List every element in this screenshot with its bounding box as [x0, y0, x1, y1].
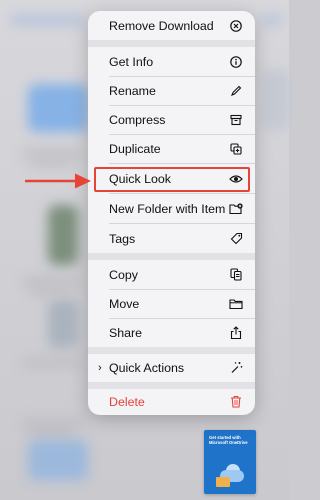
thumbnail-caption: Get started with Microsoft OneDrive — [209, 435, 248, 445]
bg-blur — [262, 70, 289, 130]
folder-illustration — [216, 477, 230, 487]
menu-item-label: Share — [109, 325, 143, 340]
menu-item-label: Remove Download — [109, 18, 214, 33]
bg-text-blur — [22, 150, 82, 156]
bg-blur — [10, 14, 85, 26]
bg-text-blur — [30, 160, 74, 166]
bg-text-blur — [22, 278, 82, 284]
menu-item-duplicate[interactable]: Duplicate — [88, 134, 255, 163]
menu-item-label: Copy — [109, 267, 138, 282]
menu-item-remove-download[interactable]: Remove Download — [88, 11, 255, 40]
menu-item-label: Tags — [109, 231, 136, 246]
archive-box-icon — [229, 113, 243, 127]
info-circle-icon — [229, 55, 243, 69]
bg-text-blur — [22, 420, 82, 426]
share-icon — [229, 325, 243, 340]
pointer-arrow-icon — [25, 173, 91, 189]
bg-blur — [262, 14, 282, 26]
menu-item-label: Duplicate — [109, 141, 161, 156]
menu-item-label: Delete — [109, 394, 145, 409]
menu-group-separator — [88, 40, 255, 47]
bg-text-blur — [30, 288, 74, 294]
bg-thumb-blur — [48, 300, 78, 348]
folder-plus-icon — [229, 202, 243, 216]
menu-item-quick-actions[interactable]: › Quick Actions — [88, 353, 255, 382]
bg-folder-blur — [28, 84, 88, 132]
menu-item-new-folder-with-item[interactable]: New Folder with Item — [88, 194, 255, 223]
tag-icon — [229, 232, 243, 246]
copy-docs-icon — [229, 268, 243, 282]
menu-group-separator — [88, 253, 255, 260]
menu-item-get-info[interactable]: Get Info — [88, 47, 255, 76]
menu-item-label: Rename — [109, 83, 156, 98]
bg-thumb-blur — [48, 205, 78, 265]
folder-icon — [229, 297, 243, 311]
chevron-right-icon: › — [98, 361, 102, 374]
quick-look-highlight-box — [94, 167, 250, 192]
menu-item-label: Move — [109, 296, 140, 311]
trash-icon — [229, 395, 243, 409]
duplicate-plus-icon — [229, 142, 243, 156]
menu-item-label: New Folder with Item — [109, 201, 226, 216]
menu-item-compress[interactable]: Compress — [88, 105, 255, 134]
bg-folder-blur — [28, 440, 88, 480]
menu-item-move[interactable]: Move — [88, 289, 255, 318]
menu-item-label: Compress — [109, 112, 166, 127]
bg-text-blur — [30, 430, 74, 436]
menu-item-label: Get Info — [109, 54, 154, 69]
magic-wand-icon — [229, 361, 243, 375]
menu-item-share[interactable]: Share — [88, 318, 255, 347]
x-circle-icon — [229, 19, 243, 33]
context-menu: Remove Download Get Info Rename Compress… — [88, 11, 255, 415]
menu-item-copy[interactable]: Copy — [88, 260, 255, 289]
selected-file-thumbnail[interactable]: Get started with Microsoft OneDrive — [204, 430, 256, 494]
menu-item-rename[interactable]: Rename — [88, 76, 255, 105]
menu-item-tags[interactable]: Tags — [88, 224, 255, 253]
pencil-icon — [229, 84, 243, 98]
menu-item-label: Quick Actions — [109, 360, 185, 375]
bg-text-blur — [22, 360, 82, 366]
menu-item-delete[interactable]: Delete — [88, 387, 255, 415]
